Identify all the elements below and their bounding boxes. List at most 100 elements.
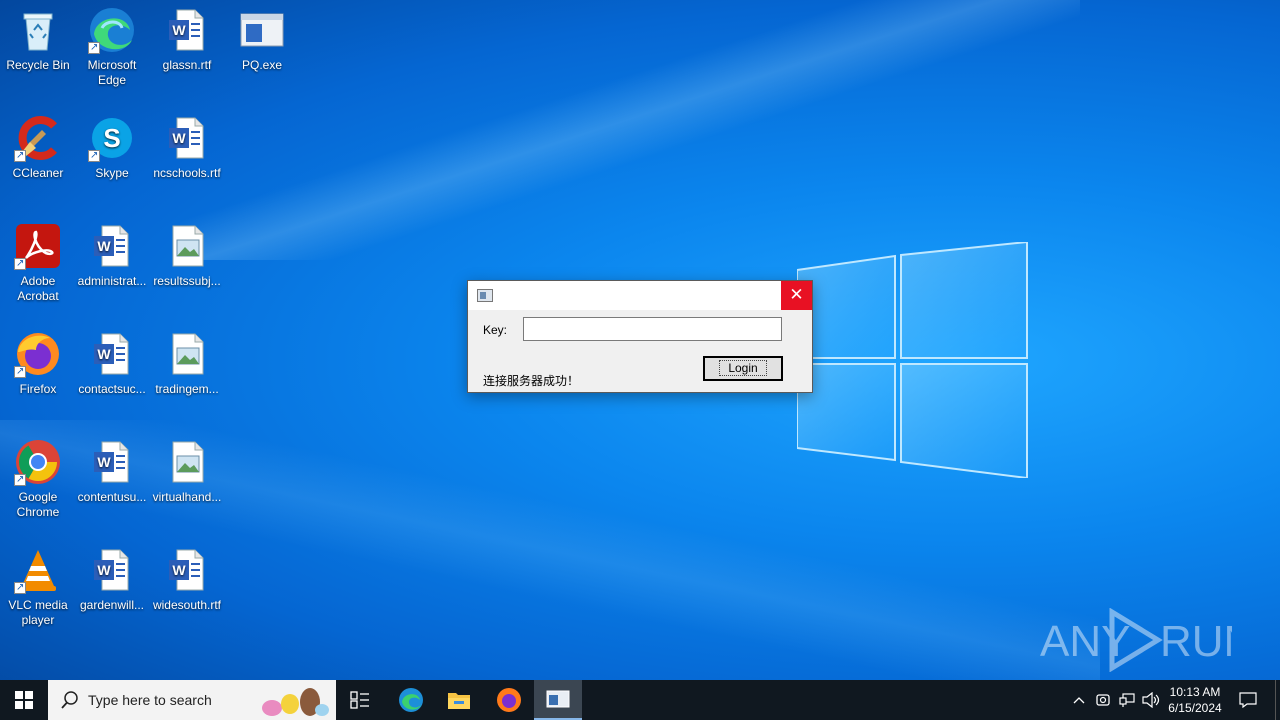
svg-text:W: W — [97, 562, 111, 578]
ccleaner-icon — [14, 114, 62, 163]
search-box[interactable]: Type here to search — [48, 680, 336, 720]
desktop-icon-label: gardenwill... — [79, 598, 145, 612]
notification-icon — [1239, 692, 1257, 708]
desktop-icon-label: PQ.exe — [241, 58, 283, 72]
taskbar-clock[interactable]: 10:13 AM 6/15/2024 — [1162, 684, 1228, 716]
login-label: Login — [719, 360, 767, 376]
vlc-icon — [14, 546, 62, 595]
word-doc-icon: W — [88, 330, 136, 378]
shortcut-arrow-icon — [14, 364, 26, 379]
shortcut-arrow-icon — [88, 40, 100, 55]
svg-text:W: W — [97, 346, 111, 362]
windows-start-icon — [15, 691, 33, 709]
desktop-icon[interactable]: Wcontactsuc... — [74, 330, 150, 397]
connection-status-text: 连接服务器成功！ — [483, 374, 580, 388]
desktop-icon-label: CCleaner — [12, 166, 64, 180]
desktop-icon[interactable]: Adobe Acrobat — [0, 222, 76, 304]
desktop-icon[interactable]: Wwidesouth.rtf — [149, 546, 225, 613]
show-hidden-icons-button[interactable] — [1068, 680, 1090, 720]
desktop-icon[interactable]: Wglassn.rtf — [149, 6, 225, 73]
desktop-icon[interactable]: Microsoft Edge — [74, 6, 150, 88]
desktop-icon[interactable]: Google Chrome — [0, 438, 76, 520]
watermark-run: RUN — [1160, 617, 1232, 666]
desktop-icon[interactable]: Wadministrat... — [74, 222, 150, 289]
camera-icon — [1096, 694, 1110, 706]
skype-icon: S — [88, 114, 136, 163]
shortcut-arrow-icon — [14, 148, 26, 163]
word-doc-icon: W — [88, 546, 136, 594]
desktop-icon[interactable]: Wncschools.rtf — [149, 114, 225, 181]
search-placeholder: Type here to search — [88, 692, 212, 708]
network-icon — [1119, 693, 1135, 707]
desktop-icon[interactable]: virtualhand... — [149, 438, 225, 505]
speaker-icon — [1142, 692, 1160, 708]
desktop-icon-label: Firefox — [19, 382, 57, 396]
desktop-icon-label: resultssubj... — [153, 274, 221, 288]
desktop-icon-label: Google Chrome — [16, 490, 60, 519]
desktop-icon[interactable]: S Skype — [74, 114, 150, 181]
taskbar-pq-app-button[interactable] — [534, 680, 582, 720]
word-doc-icon: W — [163, 114, 211, 162]
search-icon — [61, 691, 78, 709]
desktop-icon-label: virtualhand... — [152, 490, 222, 504]
clock-date: 6/15/2024 — [1168, 701, 1222, 715]
svg-text:W: W — [172, 22, 186, 38]
chrome-icon — [14, 438, 62, 487]
edge-icon — [88, 6, 136, 55]
key-input[interactable] — [523, 317, 782, 341]
desktop-icon-label: VLC media player — [8, 598, 68, 627]
firefox-icon — [497, 688, 521, 712]
acrobat-icon — [14, 222, 62, 271]
close-button[interactable]: ✕ — [781, 281, 812, 310]
word-doc-icon: W — [163, 6, 211, 54]
image-file-icon — [163, 438, 211, 486]
desktop-icon[interactable]: PQ.exe — [224, 6, 300, 73]
shortcut-arrow-icon — [14, 472, 26, 487]
svg-text:W: W — [172, 562, 186, 578]
desktop-icon[interactable]: tradingem... — [149, 330, 225, 397]
shortcut-arrow-icon — [88, 148, 100, 163]
tray-volume-button[interactable] — [1140, 680, 1162, 720]
action-center-button[interactable] — [1234, 680, 1262, 720]
taskbar-firefox-button[interactable] — [485, 680, 533, 720]
watermark-any: ANY — [1040, 617, 1130, 666]
login-button[interactable]: Login — [703, 356, 783, 381]
light-ray — [180, 0, 1080, 260]
svg-text:W: W — [97, 454, 111, 470]
desktop-icon[interactable]: Firefox — [0, 330, 76, 397]
desktop-icon[interactable]: VLC media player — [0, 546, 76, 628]
word-doc-icon: W — [88, 222, 136, 270]
tray-meet-button[interactable] — [1092, 680, 1114, 720]
desktop-icon[interactable]: Recycle Bin — [0, 6, 76, 73]
show-desktop-button[interactable] — [1275, 680, 1280, 720]
edge-icon — [399, 688, 423, 712]
desktop-icon-label: Skype — [95, 166, 129, 180]
firefox-icon — [14, 330, 62, 379]
taskbar-edge-button[interactable] — [387, 680, 435, 720]
svg-text:W: W — [97, 238, 111, 254]
image-file-icon — [163, 330, 211, 378]
login-dialog: ✕ Key: 连接服务器成功！ Login — [467, 280, 813, 393]
app-window-icon — [477, 289, 493, 302]
start-button[interactable] — [0, 680, 48, 720]
tray-network-button[interactable] — [1116, 680, 1138, 720]
folder-icon — [448, 693, 470, 709]
desktop-icon[interactable]: Wcontentusu... — [74, 438, 150, 505]
clock-time: 10:13 AM — [1169, 685, 1221, 699]
shortcut-arrow-icon — [14, 580, 26, 595]
taskbar-file-explorer-button[interactable] — [435, 680, 483, 720]
taskbar: Type here to search 10:13 AM 6/15/2024 — [0, 680, 1280, 720]
word-doc-icon: W — [163, 546, 211, 594]
key-label: Key: — [483, 323, 508, 337]
desktop-icon[interactable]: resultssubj... — [149, 222, 225, 289]
anyrun-watermark: ANY RUN — [1040, 608, 1232, 672]
windows-wallpaper-logo — [797, 242, 1028, 478]
desktop-icon[interactable]: CCleaner — [0, 114, 76, 181]
svg-text:W: W — [172, 130, 186, 146]
desktop-icon[interactable]: Wgardenwill... — [74, 546, 150, 613]
task-view-button[interactable] — [336, 680, 384, 720]
desktop-icon-label: Microsoft Edge — [87, 58, 137, 87]
dialog-titlebar[interactable]: ✕ — [468, 281, 812, 310]
chevron-up-icon — [1073, 697, 1085, 704]
desktop-icon-label: contentusu... — [77, 490, 147, 504]
